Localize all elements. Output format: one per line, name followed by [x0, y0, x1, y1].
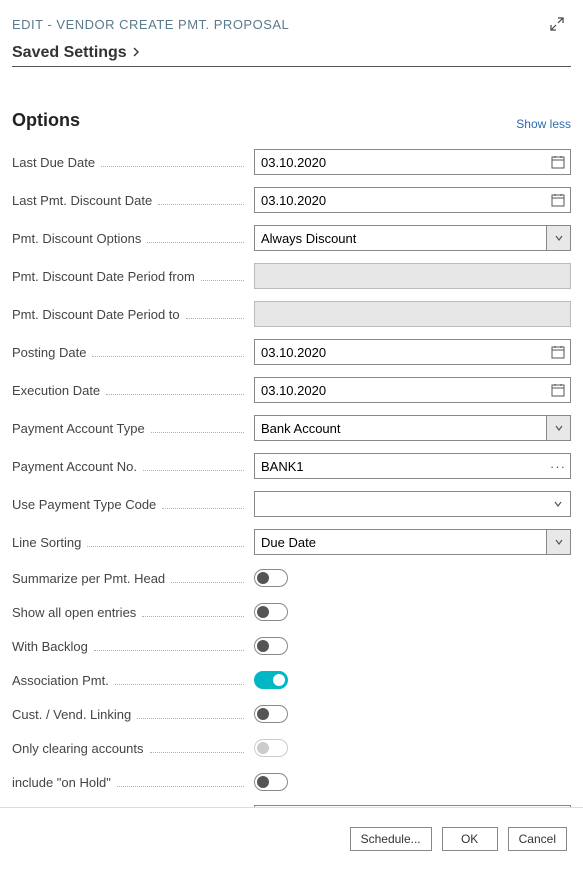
calendar-icon — [551, 383, 565, 397]
execution-date-input[interactable] — [254, 377, 571, 403]
lookup-button[interactable]: ··· — [546, 454, 570, 478]
calendar-button[interactable] — [546, 340, 570, 364]
dropdown-button[interactable] — [546, 416, 570, 440]
show-all-open-entries-toggle[interactable] — [254, 603, 288, 621]
use-payment-type-code-input[interactable] — [254, 491, 571, 517]
window-title: EDIT - VENDOR CREATE PMT. PROPOSAL — [12, 17, 289, 32]
payment-account-type-select[interactable] — [254, 415, 571, 441]
chevron-down-icon — [553, 499, 563, 509]
cust-vend-linking-label: Cust. / Vend. Linking — [12, 707, 131, 722]
chevron-right-icon — [131, 45, 141, 61]
scroll-area[interactable]: Options Show less Last Due Date Last Pmt… — [0, 86, 583, 807]
calendar-icon — [551, 345, 565, 359]
pmt-discount-date-from-input — [254, 263, 571, 289]
last-due-date-input[interactable] — [254, 149, 571, 175]
chevron-down-icon — [554, 537, 564, 547]
pmt-discount-date-from-label: Pmt. Discount Date Period from — [12, 269, 195, 284]
dropdown-button[interactable] — [546, 492, 570, 516]
ellipsis-icon: ··· — [550, 459, 566, 474]
pmt-discount-options-label: Pmt. Discount Options — [12, 231, 141, 246]
posting-date-label: Posting Date — [12, 345, 86, 360]
chevron-down-icon — [554, 233, 564, 243]
saved-settings-label: Saved Settings — [12, 44, 127, 62]
execution-date-label: Execution Date — [12, 383, 100, 398]
cancel-button[interactable]: Cancel — [508, 827, 567, 851]
calendar-button[interactable] — [546, 150, 570, 174]
summarize-per-pmt-head-label: Summarize per Pmt. Head — [12, 571, 165, 586]
payment-account-type-label: Payment Account Type — [12, 421, 145, 436]
include-on-hold-label: include "on Hold" — [12, 775, 111, 790]
with-backlog-label: With Backlog — [12, 639, 88, 654]
only-clearing-accounts-toggle — [254, 739, 288, 757]
cust-vend-linking-toggle[interactable] — [254, 705, 288, 723]
payment-account-no-input[interactable] — [254, 453, 571, 479]
dropdown-button[interactable] — [546, 226, 570, 250]
only-clearing-accounts-label: Only clearing accounts — [12, 741, 144, 756]
dropdown-button[interactable] — [546, 530, 570, 554]
calendar-icon — [551, 193, 565, 207]
association-pmt-toggle[interactable] — [254, 671, 288, 689]
last-pmt-discount-date-label: Last Pmt. Discount Date — [12, 193, 152, 208]
ok-button[interactable]: OK — [442, 827, 498, 851]
schedule-button[interactable]: Schedule... — [350, 827, 432, 851]
use-payment-type-code-label: Use Payment Type Code — [12, 497, 156, 512]
saved-settings-toggle[interactable]: Saved Settings — [12, 44, 571, 67]
last-pmt-discount-date-input[interactable] — [254, 187, 571, 213]
pmt-discount-date-to-label: Pmt. Discount Date Period to — [12, 307, 180, 322]
payment-account-no-label: Payment Account No. — [12, 459, 137, 474]
association-pmt-label: Association Pmt. — [12, 673, 109, 688]
show-less-link[interactable]: Show less — [516, 117, 571, 131]
line-sorting-label: Line Sorting — [12, 535, 81, 550]
show-all-open-entries-label: Show all open entries — [12, 605, 136, 620]
include-on-hold-toggle[interactable] — [254, 773, 288, 791]
calendar-button[interactable] — [546, 188, 570, 212]
expand-icon — [549, 16, 565, 32]
pmt-discount-date-to-input — [254, 301, 571, 327]
calendar-icon — [551, 155, 565, 169]
summarize-per-pmt-head-toggle[interactable] — [254, 569, 288, 587]
chevron-down-icon — [554, 423, 564, 433]
posting-date-input[interactable] — [254, 339, 571, 365]
options-heading: Options — [12, 110, 80, 131]
calendar-button[interactable] — [546, 378, 570, 402]
expand-window-button[interactable] — [547, 14, 567, 34]
line-sorting-select[interactable] — [254, 529, 571, 555]
last-due-date-label: Last Due Date — [12, 155, 95, 170]
pmt-discount-options-select[interactable] — [254, 225, 571, 251]
with-backlog-toggle[interactable] — [254, 637, 288, 655]
